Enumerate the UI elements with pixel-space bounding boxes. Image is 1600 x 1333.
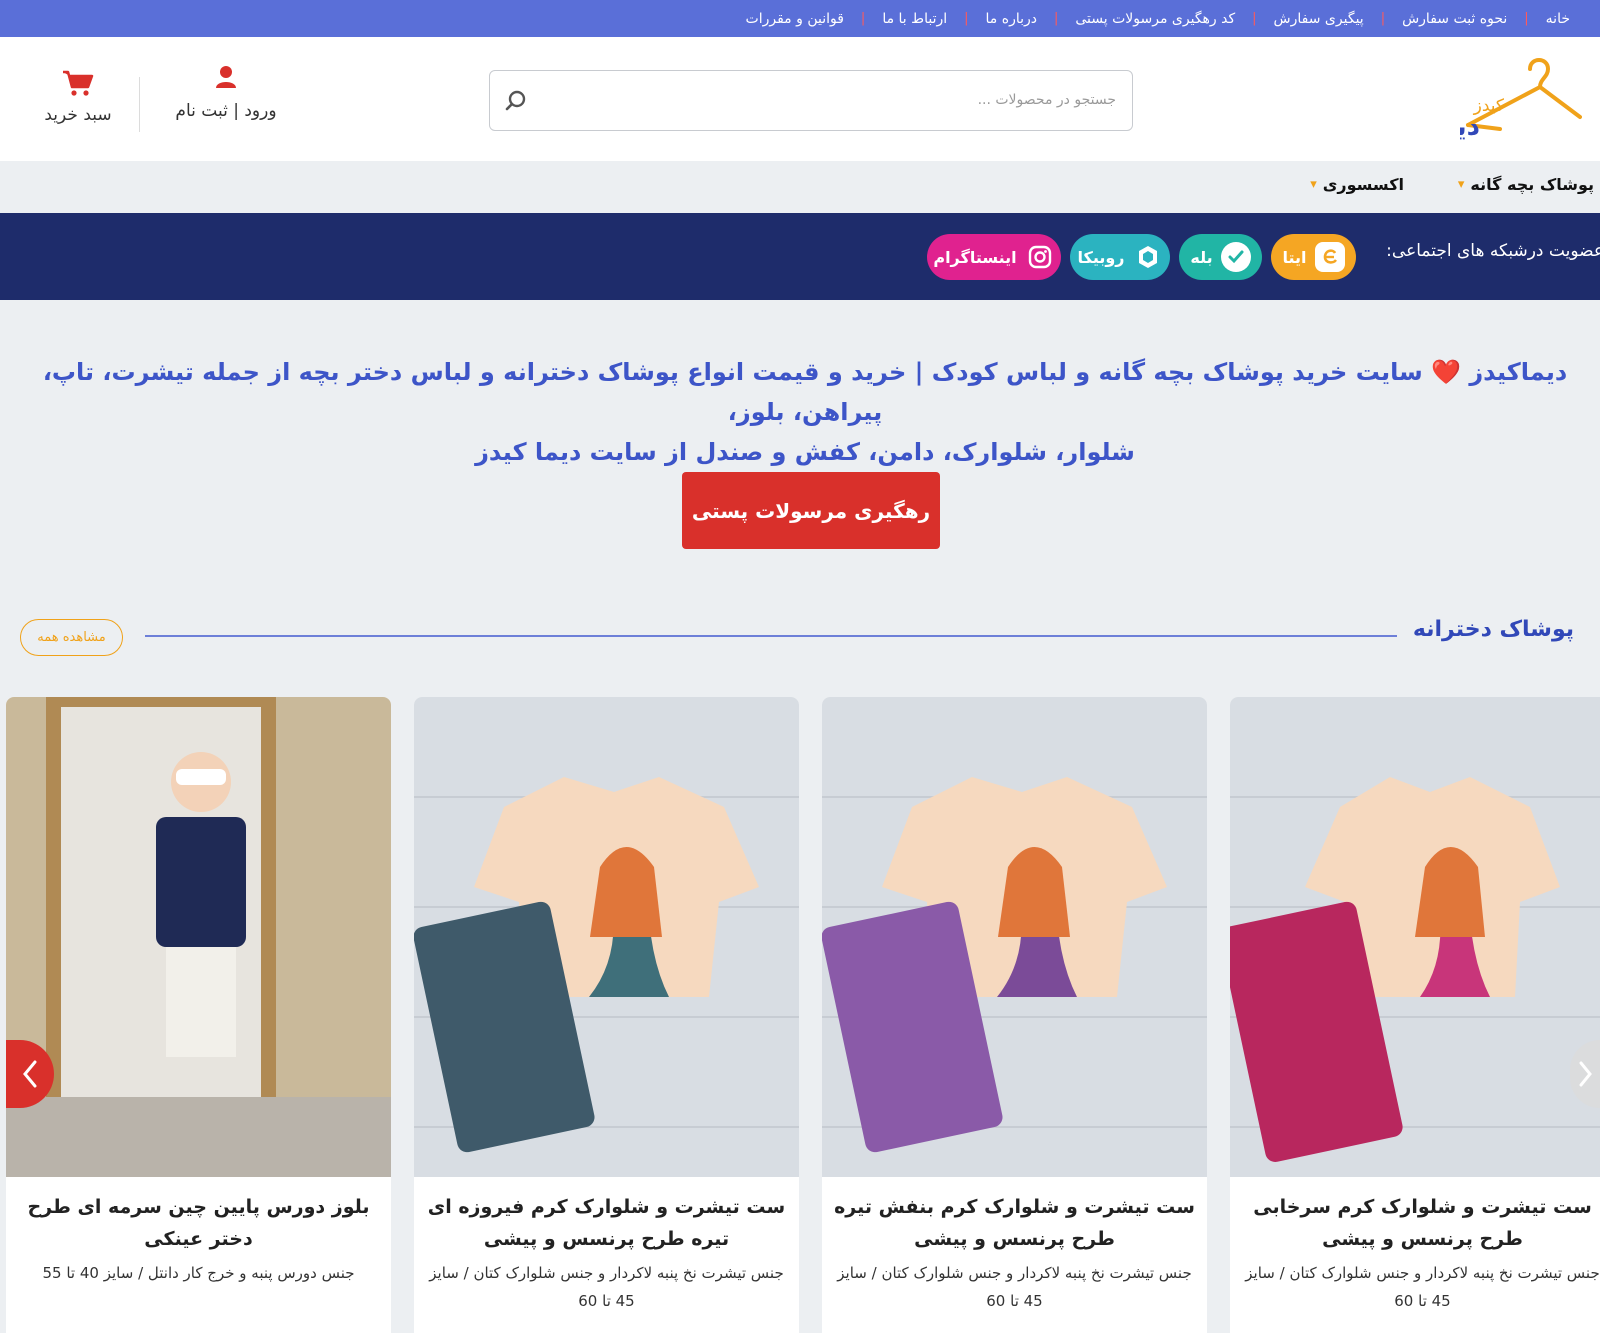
hero-heading: دیماکیدز ❤️ سایت خرید پوشاک بچه گانه و ل… — [20, 352, 1590, 472]
product-description: جنس تیشرت نخ پنبه لاکردار و جنس شلوارک ک… — [837, 1264, 1192, 1310]
section-title: پوشاک دخترانه — [1412, 617, 1574, 642]
site-logo[interactable]: کیدز دیما — [1430, 55, 1582, 145]
nav-item-accessories[interactable]: اکسسوری ▾ — [1310, 175, 1404, 194]
product-image[interactable] — [6, 697, 391, 1177]
top-link[interactable]: خانه — [1546, 11, 1570, 27]
top-link-separator: | — [964, 11, 969, 26]
nav-item-label: پوشاک بچه گانه — [1470, 175, 1594, 194]
top-link-item: نحوه ثبت سفارش | — [1364, 11, 1508, 27]
top-link[interactable]: درباره ما — [986, 11, 1037, 27]
eitaa-button[interactable]: ایتا — [1271, 234, 1356, 280]
search-input[interactable] — [556, 71, 1116, 129]
cart-link[interactable]: سبد خرید — [34, 69, 122, 125]
top-link[interactable]: کد رهگیری مرسولات پستی — [1075, 11, 1235, 27]
social-label: عضویت درشبکه های اجتماعی: — [1386, 241, 1600, 261]
top-link-item: قوانین و مقررات — [746, 11, 844, 27]
login-label: ورود | ثبت نام — [175, 101, 277, 121]
section-divider — [145, 635, 1397, 637]
product-image[interactable] — [822, 697, 1207, 1177]
product-image[interactable] — [414, 697, 799, 1177]
user-icon — [216, 66, 236, 88]
see-all-button[interactable]: مشاهده همه — [20, 619, 123, 656]
nav-item-label: اکسسوری — [1322, 175, 1404, 194]
chevron-right-icon — [1579, 1061, 1592, 1087]
login-register-link[interactable]: ورود | ثبت نام — [168, 65, 284, 121]
product-card[interactable]: ست تیشرت و شلوارک کرم فیروزه ای تیره طرح… — [414, 697, 799, 1333]
logo-text: دیما — [1460, 112, 1480, 142]
product-description: جنس تیشرت نخ پنبه لاکردار و جنس شلوارک ک… — [1245, 1264, 1600, 1310]
top-link[interactable]: پیگیری سفارش — [1274, 11, 1364, 27]
eitaa-icon — [1314, 242, 1345, 272]
top-link-item: پیگیری سفارش | — [1235, 11, 1364, 27]
chevron-left-icon — [23, 1060, 37, 1088]
nav-item-kids-clothing[interactable]: پوشاک بچه گانه ▾ — [1458, 175, 1594, 194]
product-description: جنس تیشرت نخ پنبه لاکردار و جنس شلوارک ک… — [429, 1264, 784, 1310]
social-band: عضویت درشبکه های اجتماعی: ایتا بله روبیک… — [0, 213, 1600, 300]
product-title[interactable]: ست تیشرت و شلوارک کرم بنفش تیره طرح پرنس… — [822, 1177, 1207, 1255]
top-link-item: خانه | — [1507, 11, 1570, 27]
instagram-button[interactable]: اینستاگرام — [927, 234, 1061, 280]
rubika-button[interactable]: روبیکا — [1070, 234, 1170, 280]
bale-label: بله — [1190, 247, 1213, 267]
bale-icon — [1220, 242, 1251, 272]
product-title[interactable]: ست تیشرت و شلوارک کرم سرخابی طرح پرنسس و… — [1230, 1177, 1600, 1255]
track-shipment-button[interactable]: رهگیری مرسولات پستی — [682, 472, 940, 549]
chevron-down-icon: ▾ — [1457, 177, 1465, 192]
hanger-logo-icon: کیدز دیما — [1430, 58, 1582, 142]
hero-line-1: دیماکیدز ❤️ سایت خرید پوشاک بچه گانه و ل… — [42, 358, 1568, 426]
top-link[interactable]: ارتباط با ما — [882, 11, 947, 27]
top-link-separator: | — [1524, 11, 1529, 26]
product-image[interactable] — [1230, 697, 1600, 1177]
top-link-separator: | — [1053, 11, 1059, 26]
top-link[interactable]: قوانین و مقررات — [746, 11, 844, 27]
chevron-down-icon: ▾ — [1310, 177, 1317, 192]
top-link-separator: | — [1380, 11, 1386, 26]
header: کیدز دیما ورود | ثبت نام سبد خرید — [0, 37, 1600, 161]
instagram-icon — [1025, 242, 1055, 272]
top-link-item: ارتباط با ما | — [844, 11, 947, 27]
product-card[interactable]: ست تیشرت و شلوارک کرم بنفش تیره طرح پرنس… — [822, 697, 1207, 1333]
eitaa-label: ایتا — [1282, 247, 1307, 267]
top-link[interactable]: نحوه ثبت سفارش — [1402, 11, 1507, 27]
top-links: خانه | نحوه ثبت سفارش | پیگیری سفارش | کد رهگی… — [0, 0, 1600, 37]
header-divider — [139, 77, 140, 132]
instagram-label: اینستاگرام — [933, 247, 1017, 267]
product-card[interactable]: ست تیشرت و شلوارک کرم سرخابی طرح پرنسس و… — [1230, 697, 1600, 1333]
search-box — [489, 70, 1133, 131]
rubika-label: روبیکا — [1077, 247, 1125, 267]
cart-icon — [63, 70, 94, 96]
top-link-separator: | — [1252, 11, 1257, 26]
search-icon[interactable] — [504, 89, 528, 113]
product-title[interactable]: ست تیشرت و شلوارک کرم فیروزه ای تیره طرح… — [414, 1177, 799, 1255]
hero-line-2: شلوار، شلوارک، دامن، کفش و صندل از سایت … — [475, 438, 1135, 466]
cart-label: سبد خرید — [44, 105, 112, 125]
top-link-item: درباره ما | — [947, 11, 1037, 27]
bale-button[interactable]: بله — [1179, 234, 1262, 280]
top-bar: خانه | نحوه ثبت سفارش | پیگیری سفارش | کد رهگی… — [0, 0, 1600, 37]
rubika-icon — [1133, 242, 1163, 272]
product-description: جنس دورس پنبه و خرج کار دانتل / سایز 40 … — [42, 1264, 355, 1282]
product-card[interactable]: بلوز دورس پایین چین سرمه ای طرح دختر عین… — [6, 697, 391, 1333]
top-link-separator: | — [860, 11, 866, 26]
product-title[interactable]: بلوز دورس پایین چین سرمه ای طرح دختر عین… — [6, 1177, 391, 1255]
main-nav: پوشاک بچه گانه ▾ اکسسوری ▾ — [0, 161, 1600, 213]
top-link-item: کد رهگیری مرسولات پستی | — [1037, 11, 1235, 27]
